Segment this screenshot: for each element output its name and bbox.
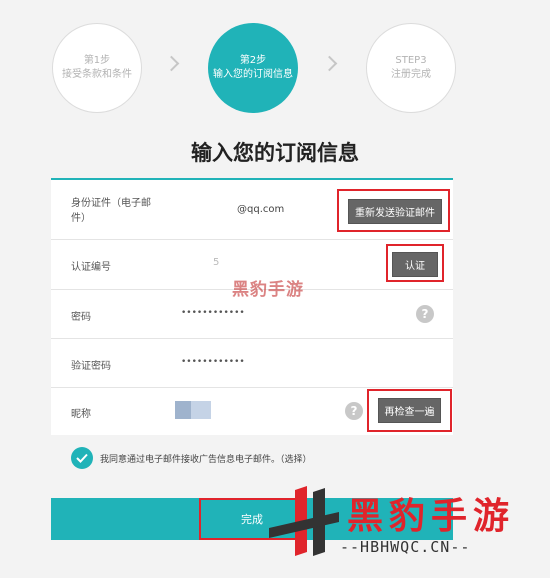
step-1: 第1步 接受条款和条件: [52, 23, 142, 113]
agree-row[interactable]: 我同意通过电子邮件接收广告信息电子邮件。（选择）: [71, 447, 312, 469]
highlight-box: [367, 389, 452, 432]
confirm-password-field[interactable]: ••••••••••••: [181, 357, 245, 367]
step-1-desc: 接受条款和条件: [62, 69, 132, 80]
page-title: 输入您的订阅信息: [191, 141, 359, 165]
password-field[interactable]: ••••••••••••: [181, 308, 245, 318]
nickname-label: 昵称: [71, 409, 91, 420]
checkbox[interactable]: [71, 447, 93, 469]
chevron-right-icon: [321, 55, 338, 72]
email-label: 身份证件（电子邮件）: [71, 198, 151, 224]
watermark-small: 黑豹手游: [232, 280, 304, 300]
code-label: 认证编号: [71, 262, 111, 273]
watermark-url: --HBHWQC.CN--: [340, 538, 471, 556]
step-2-title: 第2步: [239, 55, 267, 66]
step-3-title: STEP3: [395, 55, 427, 66]
email-field[interactable]: @qq.com: [237, 204, 284, 215]
nickname-field[interactable]: [175, 401, 211, 419]
step-2-desc: 输入您的订阅信息: [213, 69, 293, 80]
chevron-right-icon: [163, 55, 180, 72]
highlight-box: [337, 189, 450, 232]
highlight-box: [386, 244, 444, 282]
watermark-logo: [269, 486, 339, 556]
password-label: 密码: [71, 312, 91, 323]
confirm-row: 验证密码 ••••••••••••: [51, 339, 453, 388]
check-icon: [76, 453, 88, 463]
step-3-desc: 注册完成: [391, 69, 431, 80]
help-icon[interactable]: ?: [416, 305, 434, 323]
confirm-label: 验证密码: [71, 361, 111, 372]
code-field[interactable]: 5: [213, 257, 219, 268]
watermark-large: 黑豹手游: [347, 495, 516, 537]
agree-label: 我同意通过电子邮件接收广告信息电子邮件。（选择）: [100, 454, 312, 465]
step-2: 第2步 输入您的订阅信息: [208, 23, 298, 113]
help-icon[interactable]: ?: [345, 402, 363, 420]
step-1-title: 第1步: [83, 55, 111, 66]
step-3: STEP3 注册完成: [366, 23, 456, 113]
